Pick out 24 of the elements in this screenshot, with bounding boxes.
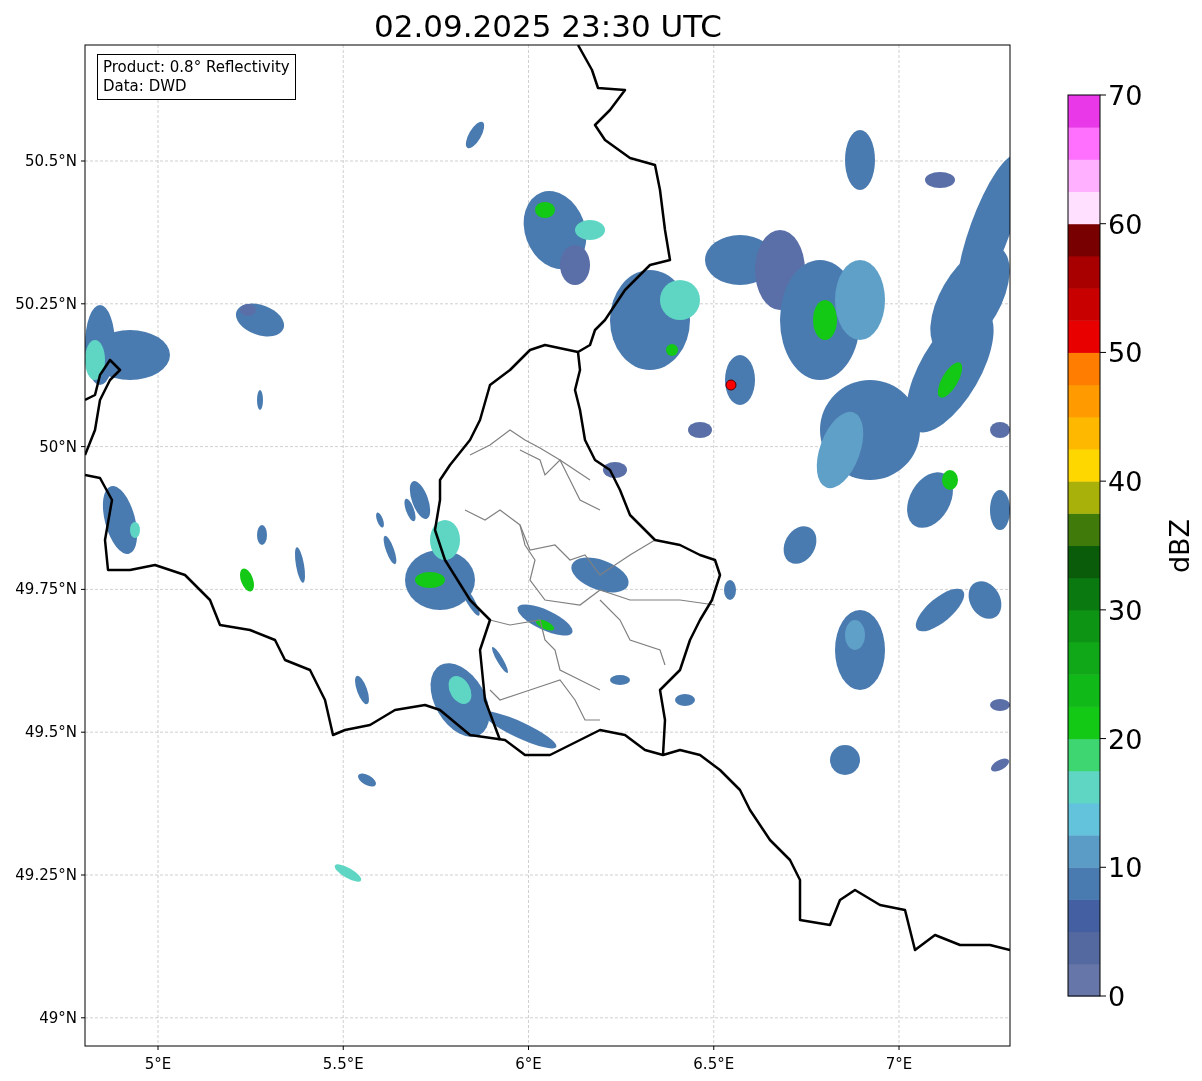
axis-tick-label: 5°E [144, 1055, 172, 1073]
axis-tick-label: 50.5°N [24, 152, 77, 170]
product-info-text: Product: 0.8° Reflectivity Data: DWD [103, 58, 290, 96]
colorbar-tick-label: 30 [1108, 594, 1143, 626]
axis-tick-label: 50.25°N [15, 294, 77, 313]
colorbar-tick-label: 20 [1108, 723, 1143, 755]
axis-tick-label: 50°N [39, 437, 77, 456]
colorbar-tick-label: 10 [1108, 852, 1143, 884]
axis-tick-label: 6°E [515, 1055, 542, 1073]
chart-title: 02.09.2025 23:30 UTC [374, 8, 722, 44]
colorbar-tick-label: 70 [1108, 80, 1143, 111]
axis-tick-label: 49.75°N [15, 580, 77, 599]
axis-tick-label: 5.5°E [322, 1055, 364, 1073]
axis-tick-label: 49°N [39, 1008, 77, 1027]
axis-tick-label: 6.5°E [693, 1055, 735, 1073]
axis-tick-label: 7°E [885, 1055, 913, 1073]
colorbar-label: dBZ [1164, 518, 1195, 574]
axis-tick-label: 49.25°N [15, 866, 77, 884]
colorbar-tick-label: 40 [1108, 466, 1143, 498]
colorbar-tick-label: 50 [1108, 337, 1143, 369]
colorbar-tick-label: 60 [1108, 208, 1143, 240]
colorbar-tick-label: 0 [1108, 981, 1126, 1012]
axis-tick-label: 49.5°N [24, 723, 77, 742]
location-marker-icon [725, 379, 737, 391]
